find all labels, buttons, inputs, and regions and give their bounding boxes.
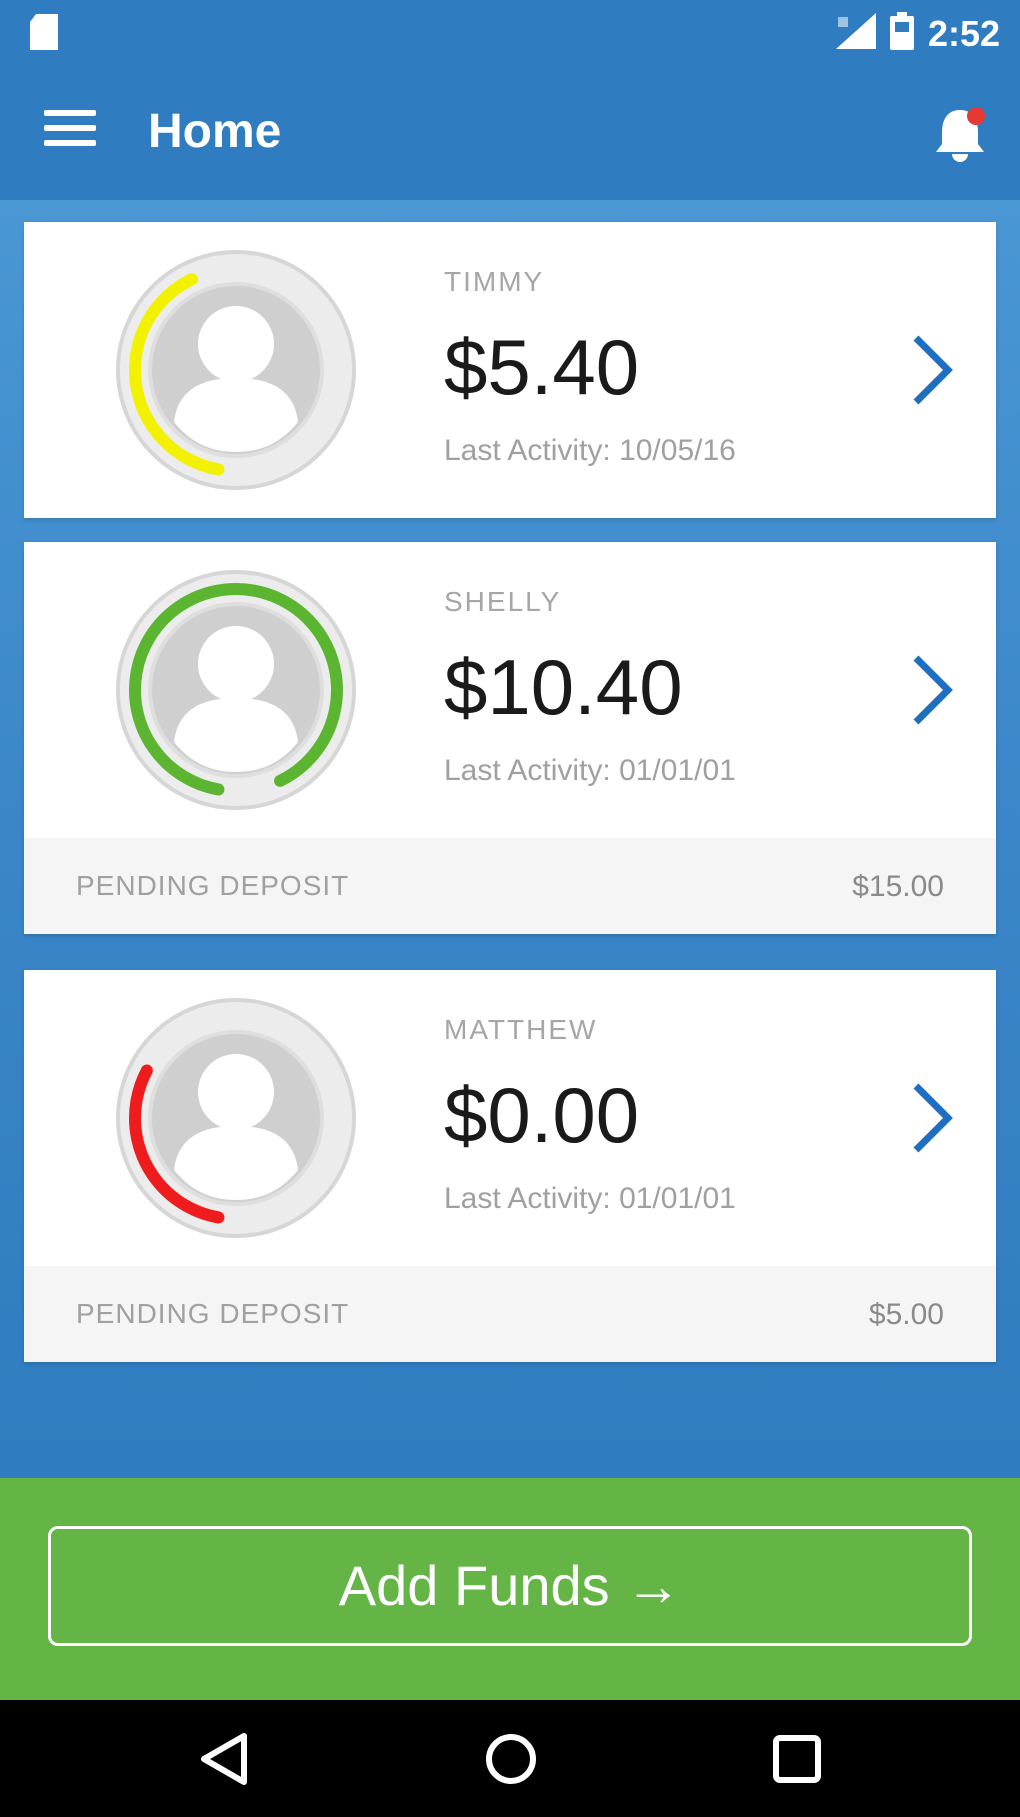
last-activity: Last Activity: 01/01/01: [444, 1182, 736, 1215]
child-card-row[interactable]: MATTHEW $0.00 Last Activity: 01/01/01: [24, 970, 996, 1266]
back-icon[interactable]: [190, 1726, 260, 1792]
chevron-right-icon[interactable]: [908, 652, 956, 728]
page-title: Home: [148, 105, 282, 158]
battery-icon: [889, 12, 914, 55]
child-card-timmy: TIMMY $5.40 Last Activity: 10/05/16: [24, 222, 996, 518]
last-activity: Last Activity: 10/05/16: [444, 434, 736, 467]
pending-deposit-amount: $15.00: [852, 870, 944, 903]
chevron-right-icon[interactable]: [908, 332, 956, 408]
person-head-icon: [198, 306, 274, 382]
bell-icon: [936, 107, 985, 162]
person-head-icon: [198, 626, 274, 702]
avatar: [112, 566, 360, 814]
pending-deposit-row: PENDING DEPOSIT $5.00: [24, 1266, 996, 1362]
status-bar: 2:52: [0, 0, 1020, 70]
person-head-icon: [198, 1054, 274, 1130]
pending-deposit-amount: $5.00: [868, 1298, 944, 1331]
child-card-row[interactable]: TIMMY $5.40 Last Activity: 10/05/16: [24, 222, 996, 518]
app-bar: Home: [0, 70, 1020, 200]
chevron-right-icon[interactable]: [908, 1080, 956, 1156]
child-balance: $0.00: [444, 1071, 640, 1159]
add-funds-button[interactable]: Add Funds →: [48, 1526, 972, 1646]
system-nav-bar: [0, 1700, 1020, 1817]
children-list: TIMMY $5.40 Last Activity: 10/05/16 SHEL…: [0, 200, 1020, 1478]
notification-bell-button[interactable]: [930, 102, 990, 164]
last-activity: Last Activity: 01/01/01: [444, 754, 736, 787]
child-card-row[interactable]: SHELLY $10.40 Last Activity: 01/01/01: [24, 542, 996, 838]
avatar: [112, 994, 360, 1242]
pending-deposit-label: PENDING DEPOSIT: [76, 870, 350, 901]
child-card-shelly: SHELLY $10.40 Last Activity: 01/01/01 PE…: [24, 542, 996, 934]
child-balance: $5.40: [444, 323, 640, 411]
signal-icon: [835, 13, 876, 54]
child-name: TIMMY: [444, 266, 545, 297]
avatar: [112, 246, 360, 494]
child-card-matthew: MATTHEW $0.00 Last Activity: 01/01/01 PE…: [24, 970, 996, 1362]
child-name: SHELLY: [444, 586, 562, 617]
status-time: 2:52: [927, 12, 1000, 54]
notification-badge: [967, 107, 985, 125]
hamburger-menu-icon[interactable]: [44, 110, 96, 154]
home-icon[interactable]: [476, 1726, 546, 1792]
child-balance: $10.40: [444, 643, 683, 731]
recents-icon[interactable]: [762, 1726, 832, 1792]
footer-bar: Add Funds →: [0, 1478, 1020, 1700]
pending-deposit-row: PENDING DEPOSIT $15.00: [24, 838, 996, 934]
pending-deposit-label: PENDING DEPOSIT: [76, 1298, 350, 1329]
sd-card-icon: [28, 14, 60, 55]
child-name: MATTHEW: [444, 1014, 598, 1045]
